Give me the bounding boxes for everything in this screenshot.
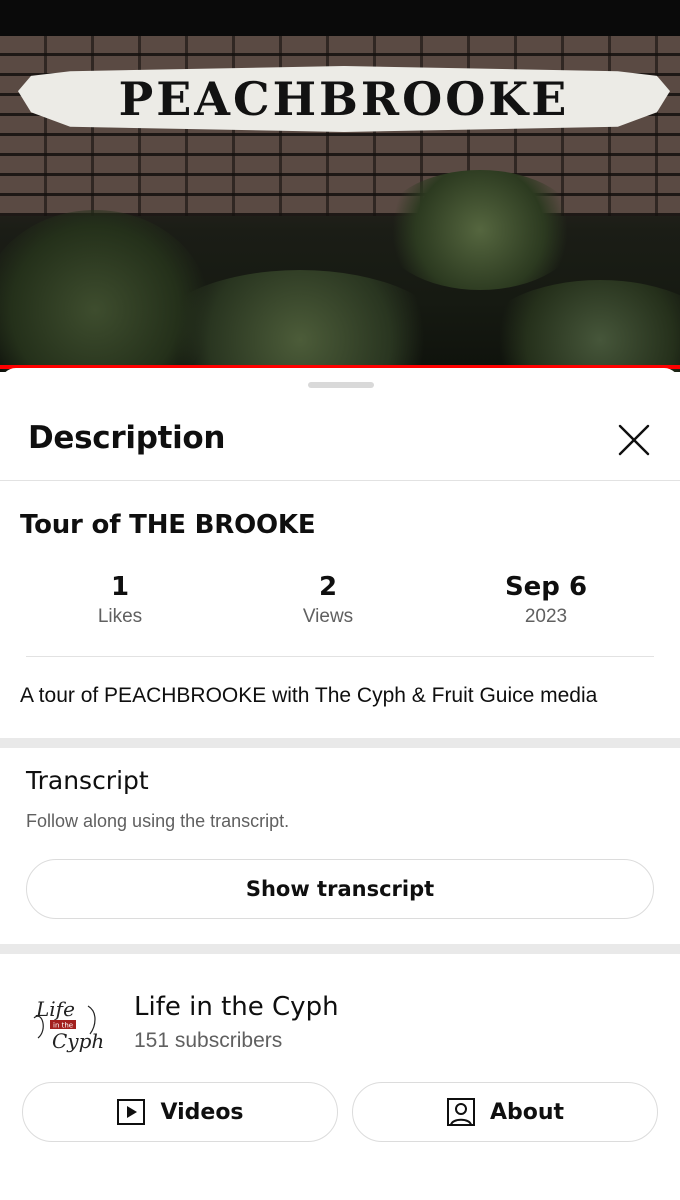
videos-label: Videos [160, 1099, 244, 1125]
shrub [380, 170, 580, 290]
views-count: 2 [318, 572, 338, 602]
upload-year: 2023 [524, 606, 568, 627]
likes-label: Likes [97, 606, 143, 627]
sign-text: PEACHBROOKE [118, 72, 570, 126]
description-text: A tour of PEACHBROOKE with The Cyph & Fr… [20, 684, 598, 707]
likes-count: 1 [110, 572, 130, 602]
divider [26, 656, 654, 657]
subscriber-count: 151 subscribers [134, 1029, 283, 1052]
video-player[interactable]: PEACHBROOKE [0, 0, 680, 372]
stat-views: 2 Views [228, 572, 428, 628]
divider [0, 480, 680, 481]
transcript-heading: Transcript [26, 766, 149, 795]
about-label: About [489, 1099, 565, 1125]
section-separator [0, 738, 680, 748]
shrub [480, 280, 680, 372]
views-label: Views [302, 606, 354, 627]
transcript-subtitle: Follow along using the transcript. [26, 811, 290, 831]
sheet-title: Description [28, 420, 226, 456]
close-button[interactable] [612, 418, 656, 462]
upload-date: Sep 6 [504, 572, 588, 602]
play-box-icon [117, 1099, 146, 1125]
sign-plaque: PEACHBROOKE [18, 66, 670, 132]
channel-logo: Life in the Cyph [33, 997, 104, 1053]
show-transcript-button[interactable]: Show transcript [26, 859, 654, 919]
stat-likes: 1 Likes [20, 572, 220, 628]
person-box-icon [446, 1098, 475, 1126]
show-transcript-label: Show transcript [245, 877, 435, 901]
channel-name[interactable]: Life in the Cyph [134, 992, 339, 1022]
videos-button[interactable]: Videos [22, 1082, 338, 1142]
section-separator [0, 944, 680, 954]
video-top-shadow [0, 0, 680, 40]
video-title: Tour of THE BROOKE [20, 510, 316, 540]
about-button[interactable]: About [352, 1082, 658, 1142]
close-icon [618, 424, 650, 456]
svg-text:Cyph: Cyph [52, 1029, 104, 1053]
description-sheet: Description Tour of THE BROOKE 1 Likes 2… [0, 368, 680, 1200]
drag-handle[interactable] [308, 382, 374, 388]
channel-avatar[interactable]: Life in the Cyph [24, 982, 112, 1070]
stat-date: Sep 6 2023 [446, 572, 646, 628]
